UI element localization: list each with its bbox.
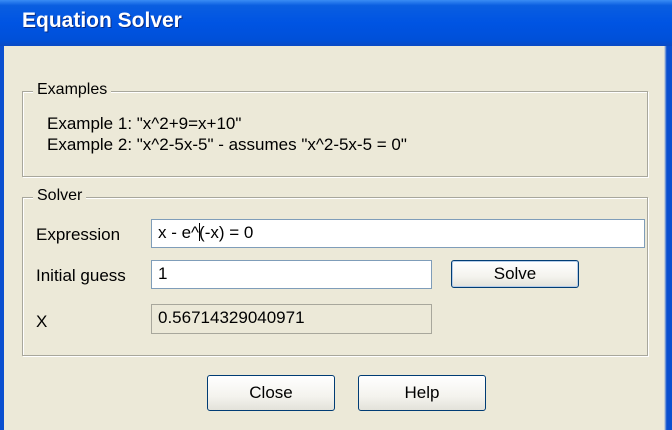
expression-text-after-caret: (-x) = 0	[199, 223, 254, 242]
help-button-label: Help	[404, 383, 440, 402]
expression-label: Expression	[36, 225, 121, 244]
example-2-text: Example 2: "x^2-5x-5" - assumes "x^2-5x-…	[47, 135, 407, 154]
solve-button-label: Solve	[493, 264, 537, 283]
examples-groupbox: Examples	[22, 81, 648, 177]
solver-legend: Solver	[33, 187, 87, 205]
window-right-border	[664, 46, 672, 430]
example-1-text: Example 1: "x^2+9=x+10"	[47, 114, 242, 133]
window-left-border	[0, 46, 4, 430]
help-button[interactable]: Help	[358, 375, 486, 411]
window-title: Equation Solver	[22, 9, 182, 32]
initial-guess-input[interactable]: 1	[151, 260, 432, 289]
x-result-field: 0.56714329040971	[151, 304, 432, 334]
expression-text-before-caret: x - e^	[158, 223, 200, 242]
equation-solver-window: Equation Solver Examples Example 1: "x^2…	[0, 0, 672, 430]
expression-input[interactable]: x - e^(-x) = 0	[151, 219, 645, 248]
solve-button[interactable]: Solve	[451, 260, 579, 288]
examples-legend: Examples	[33, 81, 112, 99]
title-bar[interactable]: Equation Solver	[0, 0, 672, 46]
close-button-label: Close	[249, 383, 293, 402]
x-label: X	[36, 312, 48, 331]
initial-guess-label: Initial guess	[36, 266, 126, 285]
close-button[interactable]: Close	[207, 375, 335, 411]
